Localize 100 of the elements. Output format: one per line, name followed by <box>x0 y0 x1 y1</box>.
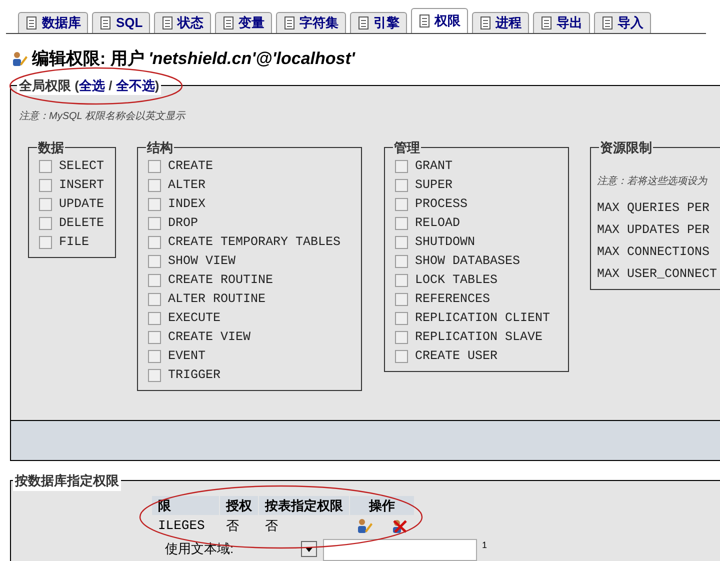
privilege-label: CREATE TEMPORARY TABLES <box>168 236 341 248</box>
column-header: 操作 <box>350 496 414 515</box>
checkbox[interactable] <box>395 160 408 172</box>
resource-label: MAX QUERIES PER <box>597 200 711 214</box>
checkbox[interactable] <box>39 236 52 248</box>
checkbox[interactable] <box>395 350 408 362</box>
edit-icon[interactable] <box>357 518 373 534</box>
section-legend: 按数据库指定权限 <box>15 473 119 488</box>
document-icon <box>25 16 39 30</box>
privilege-label: CREATE VIEW <box>168 330 251 344</box>
checkbox[interactable] <box>39 198 52 210</box>
privilege-label: CREATE <box>168 160 214 172</box>
checkbox[interactable] <box>395 254 408 268</box>
privilege-label: CREATE USER <box>415 350 498 362</box>
privilege-label: CREATE ROUTINE <box>168 274 274 286</box>
privilege-label: ALTER ROUTINE <box>168 292 266 306</box>
privilege-label: REPLICATION SLAVE <box>415 330 543 344</box>
privilege-label: FILE <box>59 236 90 248</box>
checkbox[interactable] <box>395 236 408 248</box>
tab[interactable]: SQL <box>92 12 150 33</box>
privilege-label: UPDATE <box>59 198 104 210</box>
document-icon <box>282 16 297 30</box>
privilege-label: GRANT <box>415 160 453 172</box>
group-legend: 管理 <box>394 140 420 155</box>
checkbox[interactable] <box>395 312 408 324</box>
document-icon <box>540 16 554 30</box>
document-icon <box>478 16 493 30</box>
checkbox[interactable] <box>395 292 408 306</box>
privilege-label: EVENT <box>168 350 206 362</box>
separator: / <box>108 78 114 92</box>
input-field[interactable] <box>323 539 477 561</box>
resource-label: MAX CONNECTIONS <box>597 244 711 258</box>
checkbox[interactable] <box>395 178 408 192</box>
privilege-label: RELOAD <box>415 216 460 230</box>
checkbox[interactable] <box>395 216 408 230</box>
tab[interactable]: 状态 <box>154 12 211 33</box>
checkbox[interactable] <box>148 350 161 362</box>
checkbox[interactable] <box>39 216 52 230</box>
group-legend: 结构 <box>147 140 173 155</box>
checkbox[interactable] <box>148 368 161 382</box>
privilege-label: SUPER <box>415 178 453 192</box>
checkbox[interactable] <box>395 330 408 344</box>
checkbox[interactable] <box>148 198 161 210</box>
section-legend: 全局权限 ( <box>19 78 79 92</box>
document-icon <box>356 16 371 30</box>
privilege-label: INSERT <box>59 178 104 192</box>
tab[interactable]: 引擎 <box>350 12 407 33</box>
delete-icon[interactable] <box>391 518 407 534</box>
privilege-label: PROCESS <box>415 198 468 210</box>
privilege-label: DELETE <box>59 216 104 230</box>
checkbox[interactable] <box>148 216 161 230</box>
privilege-note: 注意：MySQL 权限名称会以英文显示 <box>18 110 187 124</box>
document-icon <box>418 14 432 28</box>
checkbox[interactable] <box>148 330 161 344</box>
tab[interactable]: 变量 <box>214 12 272 33</box>
tab[interactable]: 导出 <box>532 12 590 33</box>
privilege-label: SHUTDOWN <box>415 236 476 248</box>
checkbox[interactable] <box>395 198 408 210</box>
tab[interactable]: 导入 <box>594 12 651 33</box>
privilege-label: ALTER <box>168 178 206 192</box>
checkbox[interactable] <box>148 254 161 268</box>
group-legend: 资源限制 <box>600 140 652 155</box>
checkbox[interactable] <box>148 178 161 192</box>
checkbox[interactable] <box>39 178 52 192</box>
group-legend: 数据 <box>38 140 64 155</box>
deselect-all-link[interactable]: 全不选 <box>116 78 155 92</box>
privilege-label: SHOW DATABASES <box>415 254 520 268</box>
select-all-link[interactable]: 全选 <box>78 78 105 92</box>
count-label: 1 <box>482 539 488 552</box>
table-cell-text: 否 <box>264 517 279 536</box>
privilege-label: INDEX <box>168 198 206 210</box>
privilege-label: DROP <box>168 216 198 230</box>
tab[interactable]: 权限 <box>410 8 468 33</box>
privilege-label: SELECT <box>59 160 104 172</box>
privilege-label: REFERENCES <box>415 292 490 306</box>
privilege-label: REPLICATION CLIENT <box>415 312 550 324</box>
privilege-label: EXECUTE <box>168 312 221 324</box>
tab[interactable]: 数据库 <box>18 12 88 33</box>
checkbox[interactable] <box>148 312 161 324</box>
resource-label: MAX UPDATES PER <box>597 222 711 236</box>
tab[interactable]: 字符集 <box>276 12 346 33</box>
resource-note: 注意：若将这些选项设为 <box>597 174 708 188</box>
checkbox[interactable] <box>395 274 408 286</box>
checkbox[interactable] <box>39 160 52 172</box>
document-icon <box>222 16 236 30</box>
page-title: 编辑权限: 用户 <box>32 48 144 70</box>
user-edit-icon <box>12 50 28 67</box>
checkbox[interactable] <box>148 274 161 286</box>
privilege-label: LOCK TABLES <box>415 274 498 286</box>
tab[interactable]: 进程 <box>472 12 529 33</box>
document-icon <box>160 16 175 30</box>
checkbox[interactable] <box>148 292 161 306</box>
checkbox[interactable] <box>148 236 161 248</box>
closing-paren: ) <box>154 78 160 92</box>
table-cell-text: 否 <box>225 517 240 536</box>
table-cell-text: ILEGES <box>157 517 206 536</box>
checkbox[interactable] <box>148 160 161 172</box>
resource-label: MAX USER_CONNECT <box>597 266 718 280</box>
document-icon <box>99 16 113 30</box>
document-icon <box>600 16 615 30</box>
